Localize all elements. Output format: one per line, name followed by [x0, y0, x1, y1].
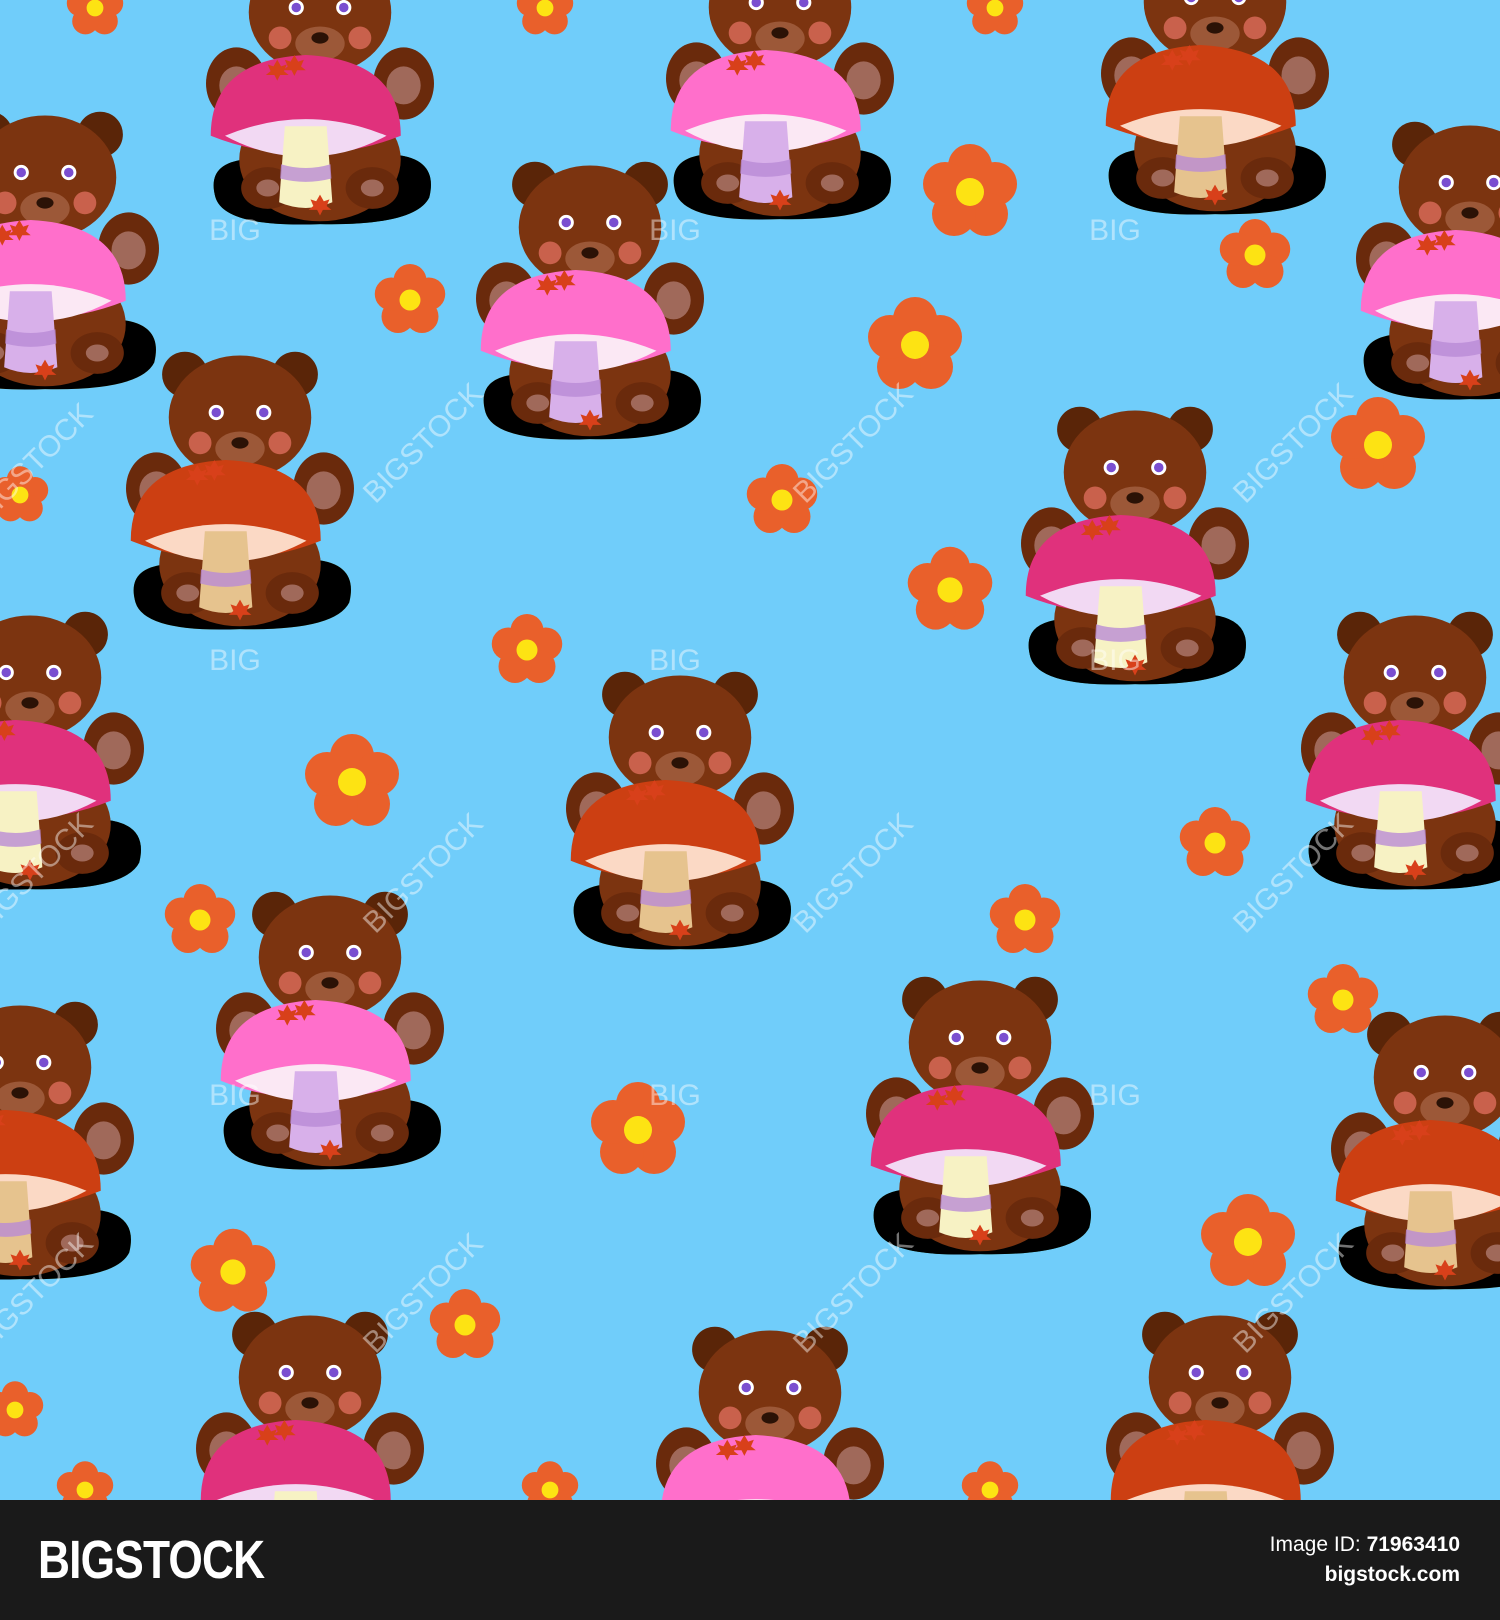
bigstock-logo: BIGSTOCK — [38, 1530, 265, 1590]
watermark-text: BIG — [649, 214, 701, 247]
watermark-text: BIG — [209, 644, 261, 677]
watermark-text: BIG — [1089, 1079, 1141, 1112]
footer-bar: BIGSTOCK Image ID: 71963410 bigstock.com — [0, 1500, 1500, 1620]
orange-flower-icon — [966, 0, 1024, 35]
watermark-text: BIG — [1089, 644, 1141, 677]
image-id-row: Image ID: 71963410 — [1270, 1530, 1460, 1560]
watermark-text: BIG — [209, 214, 261, 247]
watermark-text: BIG — [649, 644, 701, 677]
orange-flower-icon — [66, 0, 124, 35]
image-id-value: 71963410 — [1366, 1533, 1460, 1556]
footer-meta: Image ID: 71963410 bigstock.com — [1270, 1530, 1460, 1590]
pattern-area: BIGSTOCK BIGSTOCK BIGSTOCK BIGSTOCK BIGSTOCK… — [0, 0, 1500, 1500]
watermark-text: BIG — [649, 1079, 701, 1112]
watermark-text: BIG — [1089, 214, 1141, 247]
orange-flower-icon — [516, 0, 574, 35]
seamless-bear-mushroom-pattern: BIGSTOCK BIGSTOCK BIGSTOCKBIGSTOCK BIGSTOCK… — [0, 0, 1500, 1500]
site-url: bigstock.com — [1324, 1563, 1460, 1586]
image-id-label: Image ID: — [1269, 1533, 1361, 1556]
watermark-text: BIG — [209, 1079, 261, 1112]
